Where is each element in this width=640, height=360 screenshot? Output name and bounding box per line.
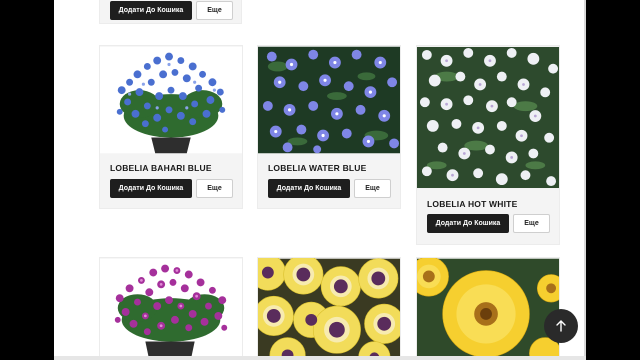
product-title[interactable]: LOBELIA HOT WHITE: [427, 199, 517, 209]
product-card-lobelia-magenta: [99, 257, 243, 360]
add-to-cart-button[interactable]: Додати До Кошика: [427, 214, 509, 233]
product-title[interactable]: LOBELIA WATER BLUE: [268, 163, 367, 173]
product-card-top-partial: Додати До Кошика Еще: [99, 0, 242, 24]
product-image-lobelia-bahari-blue[interactable]: [100, 46, 242, 154]
more-button[interactable]: Еще: [196, 179, 233, 198]
add-to-cart-button[interactable]: Додати До Кошика: [268, 179, 350, 198]
product-image-osteospermum-yellow[interactable]: [417, 258, 559, 360]
product-image-lobelia-hot-white[interactable]: [417, 46, 559, 189]
product-image-lobelia-water-blue[interactable]: [258, 46, 400, 154]
product-card-lobelia-hot-white: LOBELIA HOT WHITE Додати До Кошика Еще: [416, 45, 560, 245]
page-bottom-strip: [54, 356, 586, 360]
add-to-cart-button[interactable]: Додати До Кошика: [110, 179, 192, 198]
more-button[interactable]: Еще: [196, 1, 233, 20]
scroll-to-top-button[interactable]: [544, 309, 578, 343]
arrow-up-icon: [556, 320, 566, 332]
product-card-lobelia-bahari-blue: LOBELIA BAHARI BLUE Додати До Кошика Еще: [99, 45, 243, 209]
more-button[interactable]: Еще: [513, 214, 550, 233]
product-image-osteospermum-yellow-purple[interactable]: [258, 258, 400, 360]
add-to-cart-button[interactable]: Додати До Кошика: [110, 1, 192, 20]
product-card-lobelia-water-blue: LOBELIA WATER BLUE Додати До Кошика Еще: [257, 45, 401, 209]
product-title[interactable]: LOBELIA BAHARI BLUE: [110, 163, 212, 173]
more-button[interactable]: Еще: [354, 179, 391, 198]
product-image-lobelia-magenta[interactable]: [100, 258, 242, 360]
product-grid-page: Додати До Кошика Еще LOBELIA BAHARI BLUE…: [54, 0, 584, 360]
product-card-osteospermum-yellow: [416, 257, 560, 360]
product-card-osteospermum-yellow-purple: [257, 257, 401, 360]
page-scrollbar-track[interactable]: [584, 0, 586, 360]
